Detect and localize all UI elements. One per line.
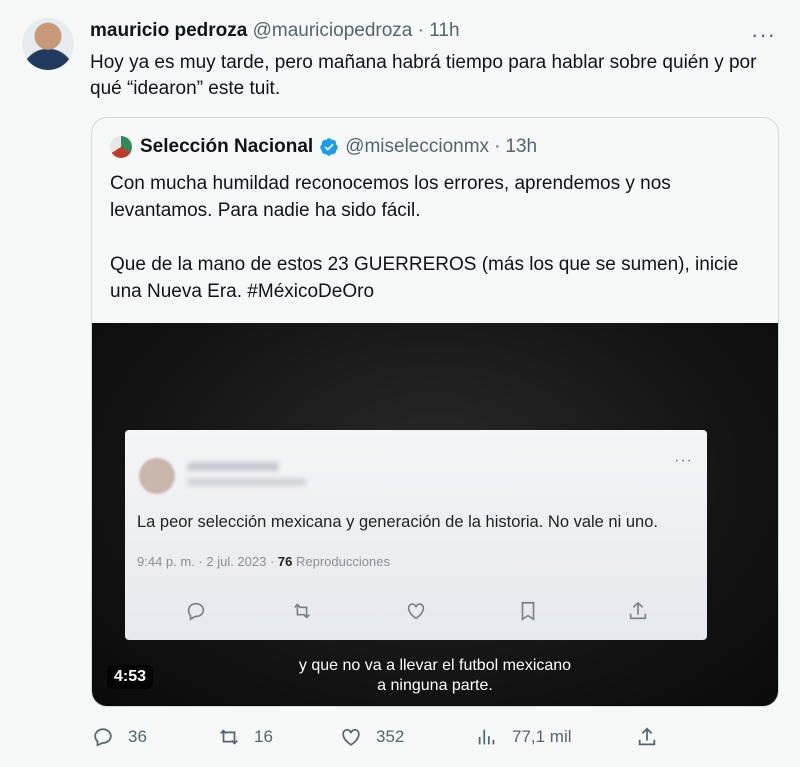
like-count: 352: [376, 727, 405, 746]
quoted-tweet-text: Con mucha humildad reconocemos los error…: [110, 173, 739, 302]
embedded-tweet-meta: 9:44 p. m. · 2 jul. 2023 · 76 Reproducci…: [137, 554, 390, 569]
quoted-avatar[interactable]: [110, 136, 132, 158]
blurred-name: [187, 462, 279, 471]
embedded-views-count: 76: [277, 554, 293, 569]
views-count: 77,1 mil: [512, 727, 572, 746]
avatar[interactable]: [22, 18, 74, 70]
embedded-views-label: Reproducciones: [296, 554, 390, 569]
quoted-timestamp[interactable]: 13h: [505, 136, 537, 158]
embedded-date: 9:44 p. m. · 2 jul. 2023 ·: [137, 554, 278, 569]
retweet-icon: [220, 729, 238, 745]
retweet-button[interactable]: 16: [218, 722, 273, 752]
video-player[interactable]: ··· La peor selección mexicana y generac…: [92, 323, 778, 706]
embedded-actions: [125, 600, 707, 624]
share-icon: [629, 601, 647, 620]
tweet-text: Hoy ya es muy tarde, pero mañana habrá t…: [90, 52, 762, 99]
reply-button[interactable]: 36: [92, 722, 147, 752]
retweet-count: 16: [254, 727, 273, 746]
like-icon: [407, 603, 425, 620]
timestamp[interactable]: 11h: [429, 20, 459, 41]
analytics-icon: [478, 729, 495, 745]
share-button[interactable]: [636, 722, 672, 752]
embedded-tweet-screenshot: ··· La peor selección mexicana y generac…: [125, 430, 707, 640]
blurred-handle: [187, 478, 307, 486]
video-subtitle: y que no va a llevar el futbol mexicano …: [298, 657, 572, 694]
quoted-author-name[interactable]: Selección Nacional: [140, 136, 313, 158]
reply-count: 36: [128, 727, 147, 746]
quoted-author-handle[interactable]: @miseleccionmx: [345, 136, 489, 158]
embedded-tweet-text: La peor selección mexicana y generación …: [137, 513, 658, 531]
like-icon: [342, 728, 360, 746]
share-icon: [638, 727, 656, 746]
separator: ·: [494, 136, 501, 157]
verified-badge-icon: [320, 138, 338, 156]
views-button[interactable]: 77,1 mil: [476, 722, 572, 752]
reply-icon: [94, 728, 112, 747]
author-handle[interactable]: @mauriciopedroza: [253, 20, 413, 41]
retweet-icon: [294, 603, 310, 619]
tweet-actions: 36 16 352 77,1 mil: [0, 722, 800, 752]
tweet-header: mauricio pedroza @mauriciopedroza · 11h: [90, 20, 460, 42]
more-options-icon: ···: [674, 452, 693, 469]
quoted-tweet-header: Selección Nacional @miseleccionmx · 13h: [110, 136, 537, 158]
bookmark-icon: [521, 601, 535, 621]
separator: ·: [417, 20, 424, 41]
quoted-tweet[interactable]: Selección Nacional @miseleccionmx · 13h …: [91, 117, 779, 707]
more-options-icon[interactable]: ···: [751, 22, 776, 48]
tweet: mauricio pedroza @mauriciopedroza · 11h …: [0, 0, 800, 767]
like-button[interactable]: 352: [340, 722, 404, 752]
author-name[interactable]: mauricio pedroza: [90, 20, 247, 41]
reply-icon: [187, 602, 205, 621]
blurred-avatar: [139, 458, 175, 494]
